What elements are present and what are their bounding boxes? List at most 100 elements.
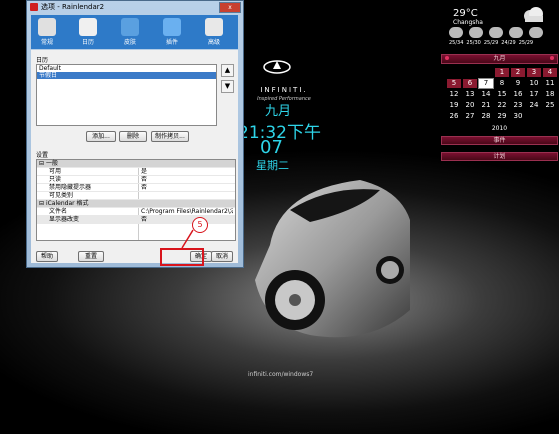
calendar-day[interactable]: 14 — [479, 90, 493, 99]
calendar-day[interactable]: 20 — [463, 101, 477, 110]
close-button[interactable]: x — [219, 2, 241, 13]
collapse-icon[interactable]: ⊟ — [39, 160, 46, 167]
list-item[interactable]: 节假日 — [37, 72, 216, 79]
calendar-day[interactable]: 5 — [447, 79, 461, 88]
calendar-day[interactable]: 15 — [495, 90, 509, 99]
calendar-widget: 九月 1 2 3 4 5 6 7 8 9 10 11 12 13 14 15 16 17 18 19 20 21 22 23… — [441, 54, 558, 168]
calendar-day[interactable]: 17 — [527, 90, 541, 99]
forecast-range: 25/29 — [483, 40, 499, 46]
calendar-year: 2010 — [491, 125, 508, 132]
calendar-day[interactable]: 24 — [527, 101, 541, 110]
calendar-day[interactable]: 26 — [447, 112, 461, 121]
calendar-day[interactable]: 30 — [511, 112, 525, 121]
delete-button[interactable]: 删除 — [119, 131, 147, 142]
copy-button[interactable]: 制作拷贝... — [151, 131, 189, 142]
next-month-icon[interactable] — [550, 56, 554, 60]
calendar-day[interactable]: 12 — [447, 90, 461, 99]
forecast-cloud-icon — [469, 27, 483, 38]
calendar-month-bar: 九月 — [441, 54, 558, 64]
general-icon — [38, 18, 56, 36]
calendar-day[interactable]: 4 — [543, 68, 557, 77]
calendar-day[interactable]: 9 — [511, 79, 525, 88]
tab-advanced[interactable]: 高级 — [201, 18, 227, 46]
calendar-day[interactable]: 29 — [495, 112, 509, 121]
property-name: 可见类别 — [49, 192, 74, 199]
calendar-empty-cell — [447, 68, 461, 77]
tab-label: 皮肤 — [123, 39, 136, 46]
move-up-button[interactable]: ▲ — [221, 64, 234, 77]
brand-name: INFINITI. — [260, 86, 308, 94]
calendar-list[interactable]: Default 节假日 — [36, 64, 217, 126]
tab-skin[interactable]: 皮肤 — [117, 18, 143, 46]
property-row[interactable]: 文件名 C:\Program Files\Rainlendar2\法律和节日 — [37, 208, 235, 216]
collapse-icon[interactable]: ⊟ — [39, 200, 46, 207]
calendar-day[interactable]: 28 — [479, 112, 493, 121]
property-value[interactable]: C:\Program Files\Rainlendar2\法律和节日 — [141, 208, 233, 215]
property-name: 显示器改变 — [49, 216, 80, 223]
calendar-day[interactable]: 10 — [527, 79, 541, 88]
events-bar[interactable]: 事件 — [441, 136, 558, 145]
tab-general[interactable]: 常规 — [34, 18, 60, 46]
property-value[interactable]: 否 — [141, 184, 233, 191]
tab-plugin[interactable]: 插件 — [159, 18, 185, 46]
weather-widget[interactable]: 29°C Changsha 25/34 25/30 25/29 24/29 25… — [443, 0, 559, 50]
cancel-button[interactable]: 取消 — [211, 251, 233, 262]
calendar-empty-cell — [527, 112, 541, 121]
todo-bar[interactable]: 计划 — [441, 152, 558, 161]
calendar-empty-cell — [463, 68, 477, 77]
forecast-ranges: 25/34 25/30 25/29 24/29 25/29 — [449, 40, 533, 46]
calendar-day[interactable]: 13 — [463, 90, 477, 99]
property-row[interactable]: 只读 否 — [37, 176, 235, 184]
calendars-label: 日历 — [36, 57, 49, 64]
property-value[interactable]: 是 — [141, 168, 233, 175]
property-row[interactable]: 可见类别 — [37, 192, 235, 200]
list-item[interactable]: Default — [37, 65, 216, 72]
help-button[interactable]: 帮助 — [36, 251, 58, 262]
calendar-day[interactable]: 21 — [479, 101, 493, 110]
property-name: 可用 — [49, 168, 62, 175]
overlay-weekday: 星期二 — [256, 159, 289, 172]
calendar-day[interactable]: 16 — [511, 90, 525, 99]
weather-temperature: 29°C — [453, 8, 478, 19]
tab-label: 高级 — [207, 39, 220, 46]
add-button[interactable]: 添加... — [86, 131, 116, 142]
events-label: 事件 — [493, 137, 506, 144]
title-bar[interactable]: 选项 - Rainlendar2 x — [27, 1, 243, 13]
overlay-month: 九月 — [264, 104, 291, 119]
property-category[interactable]: ⊟ 一般 — [37, 160, 235, 168]
calendar-day[interactable]: 22 — [495, 101, 509, 110]
category-name: 一般 — [45, 160, 58, 167]
calendar-month: 九月 — [493, 55, 506, 62]
dialog-content: 日历 Default 节假日 ▲ ▼ 添加... 删除 制作拷贝... 设置 ⊟… — [31, 50, 238, 263]
calendar-day[interactable]: 8 — [495, 79, 509, 88]
property-name: 只读 — [49, 176, 62, 183]
forecast-cloud-icon — [489, 27, 503, 38]
calendar-day[interactable]: 3 — [527, 68, 541, 77]
property-row[interactable]: 可用 是 — [37, 168, 235, 176]
prev-month-icon[interactable] — [445, 56, 449, 60]
category-name: iCalendar 格式 — [45, 200, 89, 207]
plugin-icon — [163, 18, 181, 36]
property-row[interactable]: 禁用隐藏提示器 否 — [37, 184, 235, 192]
calendar-day[interactable]: 18 — [543, 90, 557, 99]
move-down-button[interactable]: ▼ — [221, 80, 234, 93]
tab-calendar[interactable]: 日历 — [75, 18, 101, 46]
property-category[interactable]: ⊟ iCalendar 格式 — [37, 200, 235, 208]
forecast-range: 25/30 — [466, 40, 481, 46]
calendar-day[interactable]: 6 — [463, 79, 477, 88]
property-value[interactable]: 否 — [141, 216, 233, 223]
calendar-day[interactable]: 7 — [478, 78, 494, 89]
reset-button[interactable]: 重置 — [78, 251, 104, 262]
calendar-day[interactable]: 2 — [511, 68, 525, 77]
calendar-day[interactable]: 1 — [495, 68, 509, 77]
calendar-day[interactable]: 27 — [463, 112, 477, 121]
calendar-empty-cell — [479, 68, 493, 77]
forecast-cloud-icon — [509, 27, 523, 38]
calendar-day[interactable]: 25 — [543, 101, 557, 110]
step-marker: 5 — [192, 217, 208, 233]
calendar-day[interactable]: 19 — [447, 101, 461, 110]
forecast-range: 25/34 — [449, 40, 464, 46]
calendar-day[interactable]: 23 — [511, 101, 525, 110]
calendar-day[interactable]: 11 — [543, 79, 557, 88]
property-value[interactable]: 否 — [141, 176, 233, 183]
